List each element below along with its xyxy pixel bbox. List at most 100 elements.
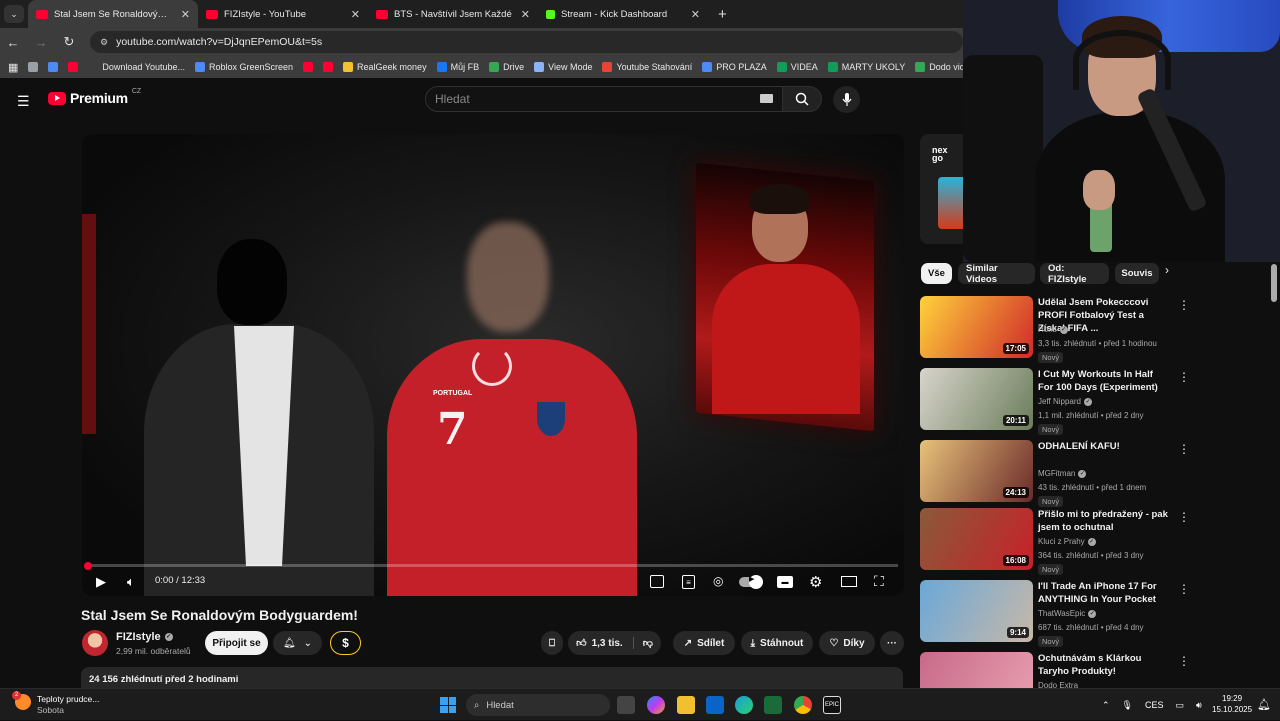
video-thumbnail[interactable]: 9:14 — [920, 580, 1033, 642]
recommendation-channel[interactable]: ThatWasEpic ✓ — [1038, 609, 1097, 618]
browser-tab[interactable]: Stal Jsem Se Ronaldovým Bodyg ✕ — [28, 0, 198, 28]
back-arrow-icon[interactable]: ← — [6, 35, 20, 50]
recommendation-title[interactable]: ODHALENÍ KAFU! — [1038, 440, 1170, 453]
keyboard-icon[interactable] — [760, 94, 773, 103]
search-input[interactable]: Hledat — [425, 86, 783, 112]
file-explorer-icon[interactable] — [677, 696, 695, 714]
edge-icon[interactable] — [735, 696, 753, 714]
thumbs-down-icon[interactable]: 👎︎ — [639, 637, 653, 649]
avatar[interactable] — [82, 630, 108, 656]
scrollbar[interactable] — [1271, 264, 1277, 302]
browser-tab[interactable]: FIZIstyle - YouTube ✕ — [198, 0, 368, 28]
recommendation-card[interactable]: 17:05 Udělal Jsem Pokecccovi PROFI Fotbal… — [920, 296, 1270, 363]
bookmark-item[interactable]: VIDEA — [776, 62, 818, 72]
ad-card[interactable]: nex go — [920, 134, 965, 244]
progress-bar[interactable] — [88, 564, 898, 567]
miniplayer-image-icon[interactable] — [650, 575, 664, 588]
save-button[interactable]: ⎕ — [541, 631, 563, 655]
recommendation-card[interactable]: 16:08 Přišlo mi to předražený - pak jsem … — [920, 508, 1270, 575]
recommendation-card[interactable]: 24:13 ODHALENÍ KAFU! MGFitman ✓ 43 tis. zhlé… — [920, 440, 1270, 507]
super-thanks-dollar-button[interactable]: $ — [330, 631, 361, 655]
camera-icon[interactable]: ◎ — [713, 574, 723, 588]
more-vertical-icon[interactable]: ⋮ — [1178, 582, 1190, 596]
notification-bell-icon[interactable]: 🔔︎ — [1257, 698, 1271, 711]
play-icon[interactable]: ▶ — [96, 574, 106, 590]
download-button[interactable]: ⤓ Stáhnout — [741, 631, 813, 655]
bookmark-item[interactable]: MARTY UKOLY — [827, 62, 905, 72]
bookmark-item[interactable] — [68, 62, 79, 72]
chip-related[interactable]: Souvis — [1115, 263, 1159, 284]
join-button[interactable]: Připojit se — [205, 631, 268, 655]
close-icon[interactable]: ✕ — [181, 8, 190, 21]
voice-search-button[interactable] — [833, 86, 860, 113]
share-button[interactable]: ↗ Sdílet — [673, 631, 735, 655]
browser-tab[interactable]: BTS - Navštívil Jsem Každé ✕ — [368, 0, 538, 28]
video-thumbnail[interactable]: 20:11 — [920, 368, 1033, 430]
taskbar-search[interactable]: ⌕ Hledat — [466, 694, 610, 716]
recommendation-channel[interactable]: Jeff Nippard ✓ — [1038, 397, 1092, 406]
language-indicator[interactable]: CES — [1145, 700, 1164, 710]
clock[interactable]: 19:29 15.10.2025 — [1212, 693, 1252, 715]
windows-start-icon[interactable] — [440, 697, 456, 713]
fullscreen-icon[interactable]: ⛶ — [874, 573, 884, 590]
bookmark-item[interactable]: PRO PLAZA — [702, 62, 767, 72]
recommendation-title[interactable]: I'll Trade An iPhone 17 For ANYTHING In … — [1038, 580, 1170, 606]
video-player[interactable]: 7 PORTUGAL ▶ 🔈︎ 0:00 / 12:33 ≡ ◎ ▶ ▬ ⚙ ⛶ — [82, 134, 904, 596]
epic-games-icon[interactable]: EPIC — [823, 696, 841, 714]
video-thumbnail[interactable]: 17:05 — [920, 296, 1033, 358]
bookmark-item[interactable]: Dodo videa — [915, 62, 963, 72]
theater-mode-icon[interactable] — [841, 576, 857, 587]
chip-all[interactable]: Vše — [921, 263, 952, 284]
video-thumbnail[interactable]: 16:08 — [920, 508, 1033, 570]
transcript-icon[interactable]: ≡ — [682, 575, 695, 589]
youtube-logo[interactable]: Premium CZ — [48, 88, 141, 106]
bookmark-item[interactable]: Download Youtube... — [88, 62, 185, 72]
bookmark-item[interactable] — [323, 62, 334, 72]
volume-icon[interactable]: 🔊︎ — [1196, 700, 1202, 711]
volume-icon[interactable]: 🔈︎ — [127, 574, 135, 590]
menu-icon[interactable]: ☰ — [17, 93, 31, 110]
bookmark-item[interactable] — [303, 62, 314, 72]
recommendation-channel[interactable]: Kluci z Prahy ✓ — [1038, 537, 1096, 546]
browser-tab[interactable]: Stream - Kick Dashboard ✕ — [538, 0, 708, 28]
forward-arrow-icon[interactable]: → — [34, 35, 48, 50]
more-vertical-icon[interactable]: ⋮ — [1178, 298, 1190, 312]
reload-icon[interactable]: ↻ — [62, 34, 76, 50]
chevron-up-icon[interactable]: ⌃ — [1102, 700, 1110, 711]
new-tab-button[interactable]: + — [708, 6, 737, 23]
copilot-icon[interactable] — [647, 696, 665, 714]
close-icon[interactable]: ✕ — [521, 8, 530, 21]
progress-scrubber[interactable] — [84, 562, 92, 570]
subtitles-icon[interactable]: ▬ — [777, 576, 793, 588]
recommendation-title[interactable]: Přišlo mi to předražený - pak jsem to oc… — [1038, 508, 1170, 534]
search-button[interactable] — [782, 86, 822, 112]
thanks-button[interactable]: ♡ Díky — [819, 631, 875, 655]
bookmark-item[interactable]: Youtube Stahování — [602, 62, 692, 72]
chrome-icon[interactable] — [794, 696, 812, 714]
recommendation-title[interactable]: Ochutnávám s Klárkou Taryho Produkty! — [1038, 652, 1170, 678]
chip-similar-videos[interactable]: Similar Videos — [958, 263, 1035, 285]
more-vertical-icon[interactable]: ⋮ — [1178, 442, 1190, 456]
task-view-icon[interactable] — [617, 696, 635, 714]
site-info-icon[interactable]: ⚙ — [100, 37, 108, 48]
microphone-icon[interactable]: 🎙︎ — [1122, 700, 1133, 711]
recommendation-title[interactable]: I Cut My Workouts In Half For 100 Days (… — [1038, 368, 1170, 394]
bookmark-item[interactable]: View Mode — [534, 62, 592, 72]
chip-from-channel[interactable]: Od: FIZIstyle — [1040, 263, 1109, 285]
apps-grid-icon[interactable]: ▦ — [8, 61, 18, 74]
more-vertical-icon[interactable]: ⋮ — [1178, 510, 1190, 524]
url-field[interactable]: ⚙ youtube.com/watch?v=DjJqnEPemOU&t=5s — [90, 31, 963, 53]
more-vertical-icon[interactable]: ⋮ — [1178, 370, 1190, 384]
chevron-right-icon[interactable]: › — [1165, 263, 1179, 284]
more-actions-button[interactable]: ··· — [880, 631, 904, 655]
settings-icon[interactable]: ⚙ — [809, 573, 822, 591]
recommendation-card[interactable]: 20:11 I Cut My Workouts In Half For 100 D… — [920, 368, 1270, 435]
outlook-icon[interactable] — [706, 696, 724, 714]
autoplay-toggle[interactable]: ▶ — [739, 575, 763, 589]
bookmark-item[interactable]: Roblox GreenScreen — [194, 62, 293, 72]
weather-widget[interactable]: 2 Teploty prudce... Sobota — [12, 691, 99, 716]
bookmark-item[interactable] — [48, 62, 59, 72]
tab-search-button[interactable]: ⌄ — [4, 5, 24, 23]
notification-bell-button[interactable]: 🔔︎ ⌄ — [273, 631, 322, 655]
recommendation-card[interactable]: 9:14 I'll Trade An iPhone 17 For ANYTHING… — [920, 580, 1270, 647]
